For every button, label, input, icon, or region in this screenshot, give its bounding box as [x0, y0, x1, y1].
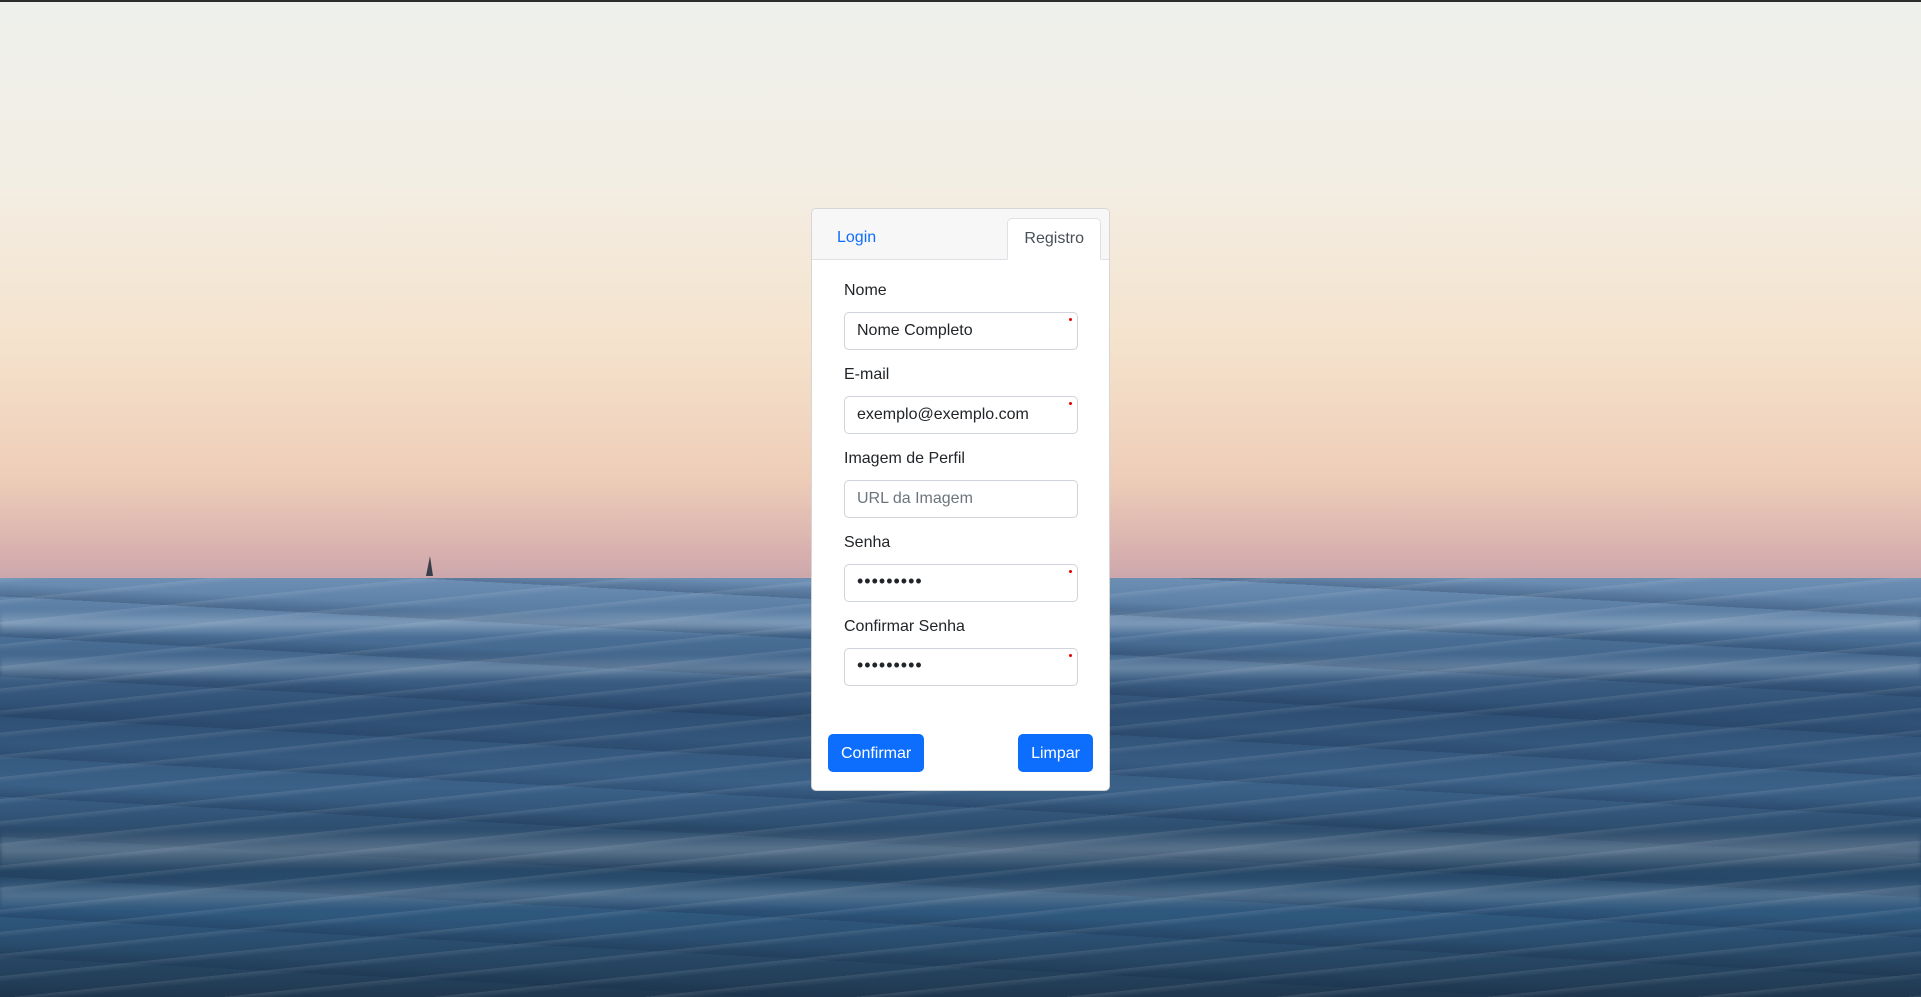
form-actions: Confirmar Limpar	[812, 734, 1109, 772]
required-marker	[1069, 402, 1072, 405]
tab-registro[interactable]: Registro	[1007, 218, 1101, 260]
senha-input[interactable]	[844, 564, 1078, 602]
nome-input[interactable]	[844, 312, 1078, 350]
field-nome: Nome	[844, 282, 1078, 350]
page-background: Login Registro Nome E-mail Imagem de Per…	[0, 0, 1921, 997]
wave-foam	[0, 830, 1921, 870]
register-form: Nome E-mail Imagem de Perfil	[812, 260, 1109, 686]
imagem-url-input[interactable]	[844, 480, 1078, 518]
field-confirmar-senha: Confirmar Senha	[844, 618, 1078, 686]
auth-tabs: Login Registro	[812, 209, 1109, 260]
top-border	[0, 0, 1921, 2]
confirmar-senha-input[interactable]	[844, 648, 1078, 686]
field-senha: Senha	[844, 534, 1078, 602]
wave-foam	[0, 880, 1921, 910]
confirm-button[interactable]: Confirmar	[828, 734, 925, 772]
field-imagem: Imagem de Perfil	[844, 450, 1078, 518]
tab-login[interactable]: Login	[821, 218, 892, 259]
field-email: E-mail	[844, 366, 1078, 434]
required-marker	[1069, 318, 1072, 321]
imagem-label: Imagem de Perfil	[844, 450, 965, 467]
confirmar-senha-label: Confirmar Senha	[844, 618, 965, 635]
required-marker	[1069, 654, 1072, 657]
required-marker	[1069, 570, 1072, 573]
sailboat-icon	[426, 556, 433, 576]
clear-button[interactable]: Limpar	[1018, 734, 1093, 772]
email-label: E-mail	[844, 366, 890, 383]
email-input[interactable]	[844, 396, 1078, 434]
nome-label: Nome	[844, 282, 887, 299]
senha-label: Senha	[844, 534, 891, 551]
auth-card: Login Registro Nome E-mail Imagem de Per…	[811, 208, 1110, 791]
